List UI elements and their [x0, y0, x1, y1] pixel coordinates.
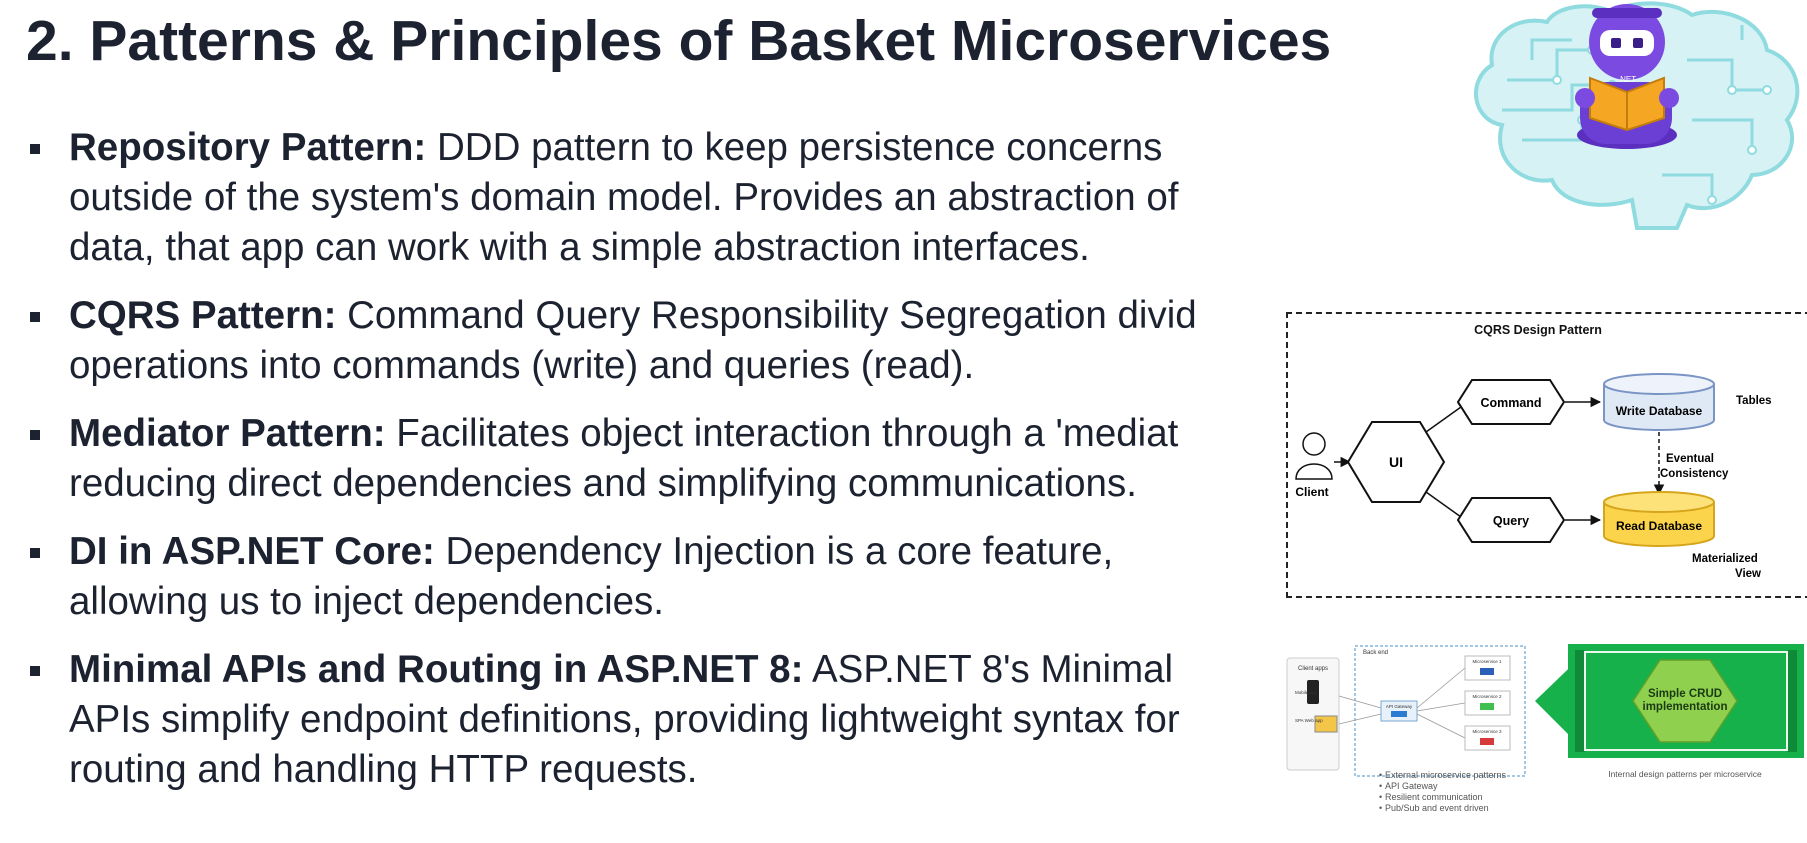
svg-text:•: •	[1379, 770, 1382, 780]
microservice-2-label: Microservice 2	[1472, 694, 1502, 699]
query-label: Query	[1493, 514, 1529, 528]
person-icon	[1295, 432, 1333, 480]
square-bullet-icon	[30, 312, 40, 322]
mobile-app-label: Mobile app	[1295, 690, 1318, 695]
slide-title: 2. Patterns & Principles of Basket Micro…	[26, 9, 1332, 73]
microservices-diagram: Client apps Mobile app SPA Web app Back …	[1285, 638, 1807, 818]
internal-caption: Internal design patterns per microservic…	[1608, 769, 1762, 779]
note-external-patterns: External microservice patterns	[1385, 770, 1507, 780]
bullet-term: DI in ASP.NET Core:	[69, 530, 435, 573]
simple-crud-label: Simple CRUD	[1648, 688, 1722, 700]
square-bullet-icon	[30, 430, 40, 440]
bullet-term: CQRS Pattern:	[69, 294, 337, 337]
square-bullet-icon	[30, 548, 40, 558]
bullet-text: Facilitates object interaction through a…	[396, 412, 1179, 455]
note-api-gateway: API Gateway	[1385, 781, 1438, 791]
svg-text:•: •	[1379, 781, 1382, 791]
bullet-text: Dependency Injection is a core feature,	[445, 530, 1114, 573]
bullet-text: outside of the system's domain model. Pr…	[69, 176, 1179, 219]
microservice-1-label: Microservice 1	[1472, 659, 1502, 664]
spa-label: SPA Web app	[1295, 718, 1323, 723]
write-database-icon	[1603, 373, 1715, 431]
svg-text:•: •	[1379, 792, 1382, 802]
bullet-text: routing and handling HTTP requests.	[69, 748, 698, 791]
bullet-minimal-apis: Minimal APIs and Routing in ASP.NET 8: A…	[30, 645, 1300, 795]
brain-bot-icon: .NET	[1474, 1, 1800, 230]
bullet-list: Repository Pattern: DDD pattern to keep …	[30, 123, 1300, 813]
bullet-text: allowing us to inject dependencies.	[69, 580, 665, 623]
bullet-di-aspnet-core: DI in ASP.NET Core: Dependency Injection…	[30, 527, 1300, 627]
cqrs-title: CQRS Design Pattern	[1474, 323, 1602, 337]
bullet-repository-pattern: Repository Pattern: DDD pattern to keep …	[30, 123, 1300, 273]
microservice-3-label: Microservice 3	[1472, 729, 1502, 734]
ui-label: UI	[1389, 454, 1403, 470]
note-pubsub: Pub/Sub and event driven	[1385, 803, 1489, 813]
bullet-text: APIs simplify endpoint definitions, prov…	[69, 698, 1180, 741]
square-bullet-icon	[30, 144, 40, 154]
bullet-term: Mediator Pattern:	[69, 412, 386, 455]
consistency-label: Consistency	[1660, 468, 1729, 480]
api-gateway-label: API Gateway	[1386, 704, 1413, 709]
bullet-cqrs-pattern: CQRS Pattern: Command Query Responsibili…	[30, 291, 1300, 391]
svg-text:•: •	[1379, 803, 1382, 813]
note-resilient: Resilient communication	[1385, 792, 1483, 802]
bullet-text: reducing direct dependencies and simplif…	[69, 462, 1137, 505]
net-badge: .NET	[1618, 75, 1636, 84]
bullet-text: operations into commands (write) and que…	[69, 344, 975, 387]
view-label: View	[1735, 568, 1761, 580]
bullet-mediator-pattern: Mediator Pattern: Facilitates object int…	[30, 409, 1300, 509]
dotnet-bot-brain-illustration: .NET	[1462, 0, 1807, 232]
bullet-text: data, that app can work with a simple ab…	[69, 226, 1090, 269]
square-bullet-icon	[30, 666, 40, 676]
client-apps-box	[1286, 657, 1340, 771]
bullet-text: ASP.NET 8's Minimal	[812, 648, 1174, 691]
client-apps-label: Client apps	[1298, 666, 1328, 672]
bullet-term: Minimal APIs and Routing in ASP.NET 8:	[69, 648, 804, 691]
bullet-text: DDD pattern to keep persistence concerns	[436, 126, 1163, 169]
materialized-label: Materialized	[1692, 553, 1758, 565]
bullet-text: Command Query Responsibility Segregation…	[347, 294, 1197, 337]
cqrs-diagram: CQRS Design Pattern Client UI Command Qu…	[1286, 312, 1807, 598]
write-db-label: Write Database	[1616, 404, 1703, 418]
client-label: Client	[1295, 485, 1328, 499]
microservices-diagram-svg: Client apps Mobile app SPA Web app Back …	[1286, 644, 1804, 813]
cqrs-diagram-svg: CQRS Design Pattern Client UI Command Qu…	[1295, 323, 1772, 580]
bullet-term: Repository Pattern:	[69, 126, 427, 169]
implementation-label: implementation	[1643, 701, 1728, 713]
read-db-label: Read Database	[1616, 519, 1702, 533]
back-end-label: Back end	[1363, 650, 1388, 656]
command-label: Command	[1480, 396, 1541, 410]
eventual-label: Eventual	[1666, 453, 1714, 465]
tables-label: Tables	[1736, 395, 1772, 407]
